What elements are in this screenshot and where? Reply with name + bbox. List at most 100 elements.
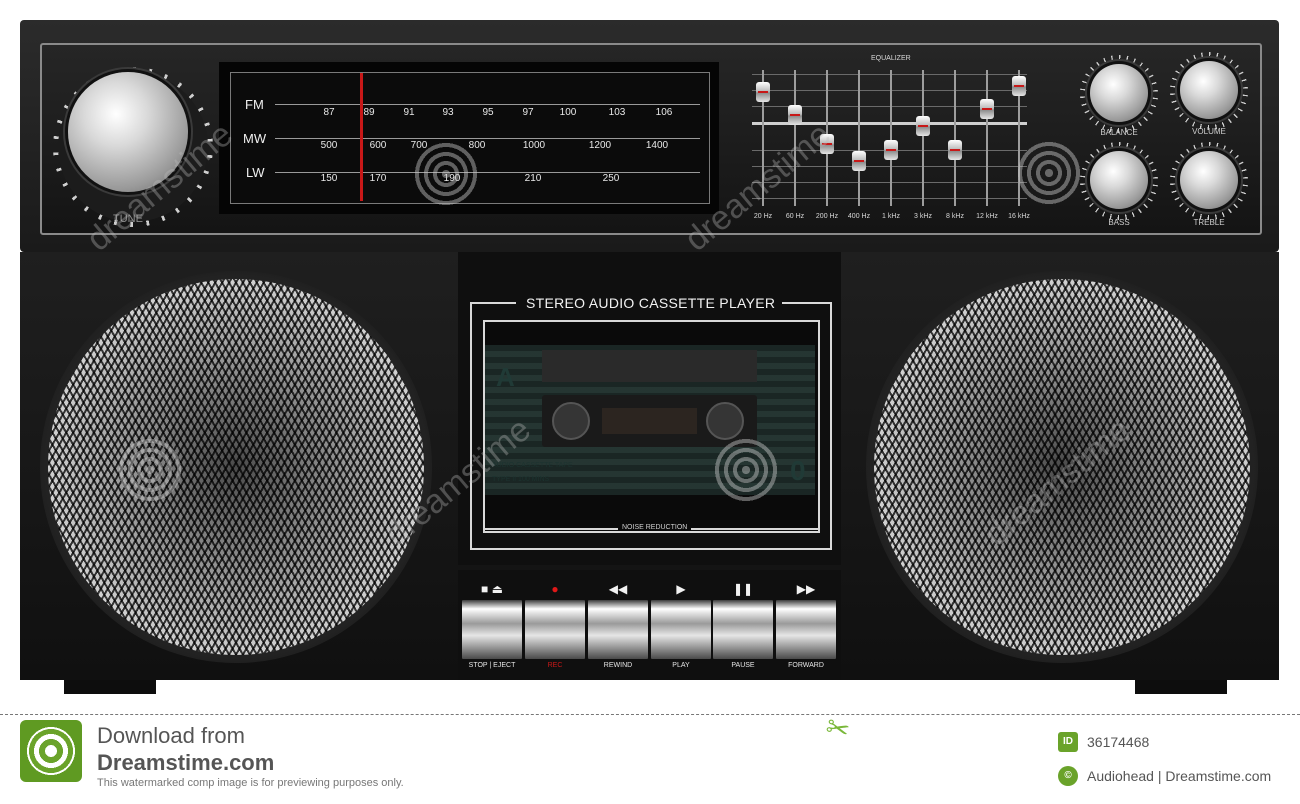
mw-frequency: 600 xyxy=(369,140,387,151)
fm-frequency: 100 xyxy=(559,107,577,118)
watermark-spiral-icon xyxy=(712,436,780,504)
band-line-mw xyxy=(275,138,700,139)
treble-label: TREBLE xyxy=(1193,218,1225,227)
treble-knob[interactable] xyxy=(1180,151,1238,209)
fm-frequency: 97 xyxy=(522,107,534,118)
eq-slider-track xyxy=(858,70,860,206)
mw-frequency: 500 xyxy=(320,140,338,151)
tape-label xyxy=(542,350,757,382)
tape-spool-window xyxy=(602,408,697,434)
footer-note: This watermarked comp image is for previ… xyxy=(97,777,404,789)
eq-slider-thumb[interactable] xyxy=(916,116,930,136)
mw-frequency: 1200 xyxy=(588,140,612,151)
eq-slider-track xyxy=(954,70,956,206)
footer-title-line1: Download from xyxy=(97,723,245,748)
play-label: PLAY xyxy=(672,662,690,669)
cassette-frame-top-left xyxy=(470,302,516,304)
rewind-label: REWIND xyxy=(603,662,633,669)
band-line-fm xyxy=(275,104,700,105)
record-button[interactable] xyxy=(525,600,585,659)
eq-band-label: 8 kHz xyxy=(946,213,964,220)
equalizer-title: EQUALIZER xyxy=(871,55,911,62)
rewind-icon: ◀◀ xyxy=(608,582,628,596)
mw-frequency: 800 xyxy=(468,140,486,151)
bass-knob[interactable] xyxy=(1090,151,1148,209)
forward-label: FORWARD xyxy=(788,662,824,669)
image-credit[interactable]: Audiohead | Dreamstime.com xyxy=(1087,768,1271,784)
eq-slider-thumb[interactable] xyxy=(852,151,866,171)
fm-frequency: 103 xyxy=(608,107,626,118)
cut-line xyxy=(0,714,1300,715)
forward-icon: ▶▶ xyxy=(796,582,816,596)
right-reel xyxy=(706,402,744,440)
record-label: REC xyxy=(547,662,563,669)
eq-slider-thumb[interactable] xyxy=(756,82,770,102)
play-button[interactable] xyxy=(651,600,711,659)
mw-frequency: 1400 xyxy=(645,140,669,151)
record-icon: ● xyxy=(551,582,559,596)
copyright-icon: © xyxy=(1058,766,1078,786)
fm-frequency: 87 xyxy=(323,107,335,118)
id-badge-icon: ID xyxy=(1058,732,1078,752)
balance-label: BALANCE xyxy=(1100,128,1138,137)
tape-side-label: A xyxy=(496,362,515,392)
volume-knob[interactable] xyxy=(1180,61,1238,119)
lw-frequency: 210 xyxy=(524,173,542,184)
fm-frequency: 106 xyxy=(655,107,673,118)
noise-reduction-label: NOISE REDUCTION xyxy=(618,524,692,531)
fm-frequency: 95 xyxy=(482,107,494,118)
band-label-mw: MW xyxy=(243,131,267,146)
footer-title-line2[interactable]: Dreamstime.com xyxy=(97,750,274,776)
lw-frequency: 150 xyxy=(320,173,338,184)
right-foot xyxy=(1135,680,1227,694)
fm-frequency: 93 xyxy=(442,107,454,118)
bass-label: BASS xyxy=(1108,218,1130,227)
eq-band-label: 60 Hz xyxy=(785,213,805,220)
tape-number: 0 xyxy=(790,455,806,486)
lw-frequency: 170 xyxy=(369,173,387,184)
eq-slider-track xyxy=(922,70,924,206)
image-id: 36174468 xyxy=(1087,734,1150,750)
fm-frequency: 91 xyxy=(403,107,415,118)
pause-label: PAUSE xyxy=(731,662,755,669)
scissors-icon: ✂ xyxy=(822,710,854,747)
play-icon: ▶ xyxy=(676,582,686,596)
lw-frequency: 250 xyxy=(602,173,620,184)
left-speaker-grill xyxy=(48,279,424,655)
stop-eject-button[interactable] xyxy=(462,600,522,659)
cassette-title: STEREO AUDIO CASSETTE PLAYER xyxy=(520,295,782,311)
eq-slider-thumb[interactable] xyxy=(948,140,962,160)
pause-icon: ❚❚ xyxy=(732,582,754,596)
left-reel xyxy=(552,402,590,440)
eq-slider-thumb[interactable] xyxy=(788,105,802,125)
cassette-frame-top-right xyxy=(782,302,830,304)
watermark-spiral-icon xyxy=(116,436,184,504)
stop-eject-label: STOP | EJECT xyxy=(468,662,516,669)
band-label-lw: LW xyxy=(246,165,265,180)
fm-frequency: 89 xyxy=(363,107,375,118)
tape-text: TYPE II 100 MINS xyxy=(492,476,550,483)
eq-slider-thumb[interactable] xyxy=(884,140,898,160)
eq-band-label: 1 kHz xyxy=(882,213,900,220)
tuning-needle xyxy=(360,73,363,201)
eq-band-label: 3 kHz xyxy=(914,213,932,220)
left-foot xyxy=(64,680,156,694)
stop-eject-icon: ■ ⏏ xyxy=(481,582,503,596)
balance-knob[interactable] xyxy=(1090,64,1148,122)
pause-button[interactable] xyxy=(713,600,773,659)
eq-band-label: 200 Hz xyxy=(815,213,839,220)
mw-frequency: 1000 xyxy=(522,140,546,151)
forward-button[interactable] xyxy=(776,600,836,659)
band-line-lw xyxy=(275,172,700,173)
eq-slider-thumb[interactable] xyxy=(980,99,994,119)
eq-slider-track xyxy=(986,70,988,206)
rewind-button[interactable] xyxy=(588,600,648,659)
eq-band-label: 400 Hz xyxy=(847,213,871,220)
eq-band-label: 12 kHz xyxy=(976,213,998,220)
eq-slider-track xyxy=(890,70,892,206)
eq-band-label: 16 kHz xyxy=(1008,213,1030,220)
eq-slider-thumb[interactable] xyxy=(1012,76,1026,96)
watermark-spiral-icon xyxy=(1016,140,1082,206)
volume-label: VOLUME xyxy=(1192,127,1226,136)
dreamstime-logo xyxy=(20,720,82,782)
